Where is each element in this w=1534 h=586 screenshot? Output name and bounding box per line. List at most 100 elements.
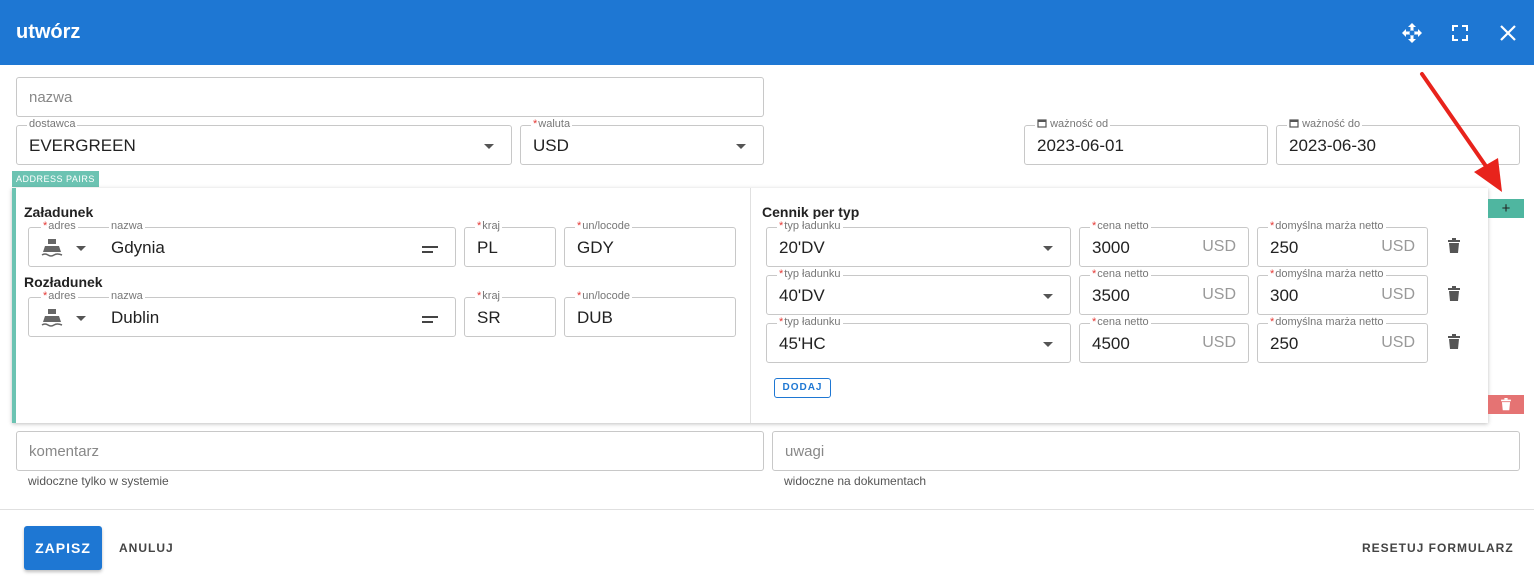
- valid-from-value: 2023-06-01: [1037, 136, 1124, 155]
- currency-suffix: USD: [1202, 286, 1236, 303]
- cargo-type-value: 40'DV: [779, 286, 825, 305]
- remarks-placeholder: uwagi: [785, 443, 825, 460]
- annotation-arrow: [1420, 72, 1502, 192]
- net-price-value: 3000: [1092, 238, 1130, 257]
- default-margin-value: 250: [1270, 238, 1299, 257]
- close-icon[interactable]: [1496, 21, 1520, 45]
- loading-locode-label: un/locode: [582, 220, 630, 232]
- footer-divider: [0, 509, 1534, 510]
- loading-address-label: adres: [48, 220, 76, 232]
- card-divider: [750, 188, 751, 423]
- loading-country-value: PL: [477, 238, 498, 257]
- chevron-down-icon[interactable]: [1043, 342, 1053, 347]
- supplier-select[interactable]: dostawca EVERGREEN: [16, 117, 512, 165]
- cargo-type-select[interactable]: *typ ładunku 45'HC: [766, 315, 1071, 363]
- unloading-address-label: adres: [48, 290, 76, 302]
- comment-hint: widoczne tylko w systemie: [28, 474, 169, 488]
- reset-form-button[interactable]: RESETUJ FORMULARZ: [1362, 541, 1514, 555]
- net-price-value: 3500: [1092, 286, 1130, 305]
- remarks-hint: widoczne na dokumentach: [784, 474, 927, 488]
- delete-address-pair-button[interactable]: [1488, 395, 1524, 414]
- chevron-down-icon[interactable]: [736, 144, 746, 149]
- net-price-field[interactable]: *cena netto 3000 USD: [1079, 219, 1249, 267]
- default-margin-label: domyślna marża netto: [1275, 220, 1384, 232]
- cargo-type-value: 20'DV: [779, 238, 825, 257]
- loading-name-value: Gdynia: [111, 238, 165, 257]
- cargo-type-select[interactable]: *typ ładunku 40'DV: [766, 267, 1071, 315]
- default-margin-field[interactable]: *domyślna marża netto 250 USD: [1257, 315, 1428, 363]
- trash-icon[interactable]: [1447, 334, 1461, 350]
- unloading-country-value: SR: [477, 308, 501, 327]
- cargo-type-select[interactable]: *typ ładunku 20'DV: [766, 219, 1071, 267]
- default-margin-field[interactable]: *domyślna marża netto 300 USD: [1257, 267, 1428, 315]
- default-margin-field[interactable]: *domyślna marża netto 250 USD: [1257, 219, 1428, 267]
- loading-country-label: kraj: [482, 220, 501, 232]
- unloading-locode-value: DUB: [577, 308, 613, 327]
- net-price-label: cena netto: [1097, 220, 1149, 232]
- supplier-value: EVERGREEN: [29, 136, 136, 155]
- name-placeholder: nazwa: [29, 89, 73, 106]
- valid-to-value: 2023-06-30: [1289, 136, 1376, 155]
- chevron-down-icon[interactable]: [484, 144, 494, 149]
- currency-select[interactable]: *waluta USD: [520, 117, 764, 165]
- default-margin-label: domyślna marża netto: [1275, 316, 1384, 328]
- default-margin-value: 300: [1270, 286, 1299, 305]
- trash-icon: [1501, 398, 1511, 411]
- net-price-label: cena netto: [1097, 268, 1149, 280]
- trash-icon[interactable]: [1447, 286, 1461, 302]
- currency-suffix: USD: [1381, 334, 1415, 351]
- currency-suffix: USD: [1381, 286, 1415, 303]
- chevron-down-icon[interactable]: [76, 246, 86, 251]
- short-text-icon[interactable]: [422, 314, 440, 324]
- unloading-country-field[interactable]: *kraj SR: [464, 289, 556, 337]
- net-price-label: cena netto: [1097, 316, 1149, 328]
- address-pairs-chip: ADDRESS PAIRS: [12, 171, 99, 187]
- remarks-input[interactable]: uwagi: [772, 431, 1520, 471]
- loading-title: Załadunek: [24, 204, 94, 220]
- loading-locode-field[interactable]: *un/locode GDY: [564, 219, 736, 267]
- valid-from-label: ważność od: [1050, 118, 1109, 130]
- currency-suffix: USD: [1381, 238, 1415, 255]
- unloading-country-label: kraj: [482, 290, 501, 302]
- save-button[interactable]: ZAPISZ: [24, 526, 102, 570]
- move-icon[interactable]: [1400, 21, 1424, 45]
- unloading-locode-field[interactable]: *un/locode DUB: [564, 289, 736, 337]
- cargo-type-label: typ ładunku: [784, 316, 841, 328]
- chevron-down-icon[interactable]: [76, 316, 86, 321]
- comment-input[interactable]: komentarz: [16, 431, 764, 471]
- short-text-icon[interactable]: [422, 244, 440, 254]
- currency-suffix: USD: [1202, 238, 1236, 255]
- net-price-field[interactable]: *cena netto 3500 USD: [1079, 267, 1249, 315]
- cancel-button[interactable]: ANULUJ: [119, 541, 174, 555]
- supplier-label: dostawca: [27, 117, 78, 131]
- calendar-icon: [1037, 119, 1047, 128]
- cargo-type-value: 45'HC: [779, 334, 826, 353]
- trash-icon[interactable]: [1447, 238, 1461, 254]
- unloading-title: Rozładunek: [24, 274, 103, 290]
- comment-placeholder: komentarz: [29, 443, 100, 460]
- default-margin-value: 250: [1270, 334, 1299, 353]
- valid-to-label: ważność do: [1302, 118, 1361, 130]
- unloading-address-field[interactable]: *adres nazwa Dublin: [28, 289, 456, 337]
- loading-locode-value: GDY: [577, 238, 614, 257]
- cargo-type-label: typ ładunku: [784, 220, 841, 232]
- currency-label: waluta: [538, 118, 571, 130]
- loading-country-field[interactable]: *kraj PL: [464, 219, 556, 267]
- net-price-field[interactable]: *cena netto 4500 USD: [1079, 315, 1249, 363]
- ship-icon: [41, 239, 63, 257]
- loading-address-field[interactable]: *adres nazwa Gdynia: [28, 219, 456, 267]
- chevron-down-icon[interactable]: [1043, 246, 1053, 251]
- cargo-type-label: typ ładunku: [784, 268, 841, 280]
- valid-from-field[interactable]: ważność od 2023-06-01: [1024, 117, 1268, 165]
- chevron-down-icon[interactable]: [1043, 294, 1053, 299]
- unloading-locode-label: un/locode: [582, 290, 630, 302]
- currency-value: USD: [533, 136, 569, 155]
- fullscreen-icon[interactable]: [1448, 21, 1472, 45]
- pricing-title: Cennik per typ: [762, 204, 860, 220]
- dialog-title: utwórz: [16, 21, 81, 43]
- name-input[interactable]: nazwa: [16, 77, 764, 117]
- add-price-row-button[interactable]: DODAJ: [774, 378, 831, 398]
- dialog-header: utwórz: [0, 0, 1534, 65]
- add-address-pair-button[interactable]: +: [1488, 199, 1524, 218]
- unloading-name-label: nazwa: [109, 289, 145, 303]
